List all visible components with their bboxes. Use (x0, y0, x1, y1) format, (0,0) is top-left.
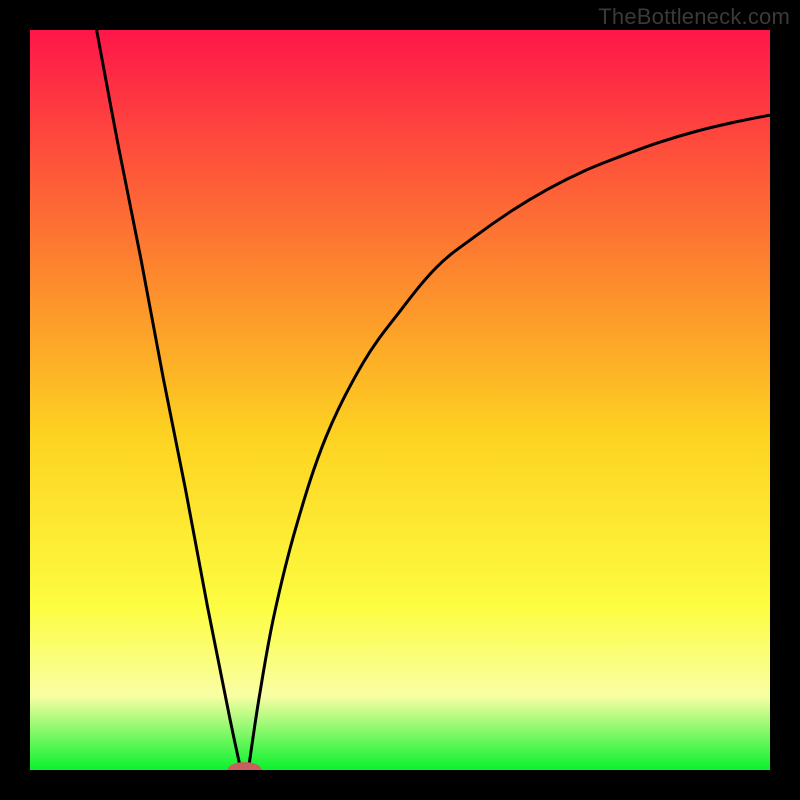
watermark-text: TheBottleneck.com (598, 4, 790, 30)
chart-frame: TheBottleneck.com (0, 0, 800, 800)
plot-area (30, 30, 770, 770)
chart-svg (30, 30, 770, 770)
